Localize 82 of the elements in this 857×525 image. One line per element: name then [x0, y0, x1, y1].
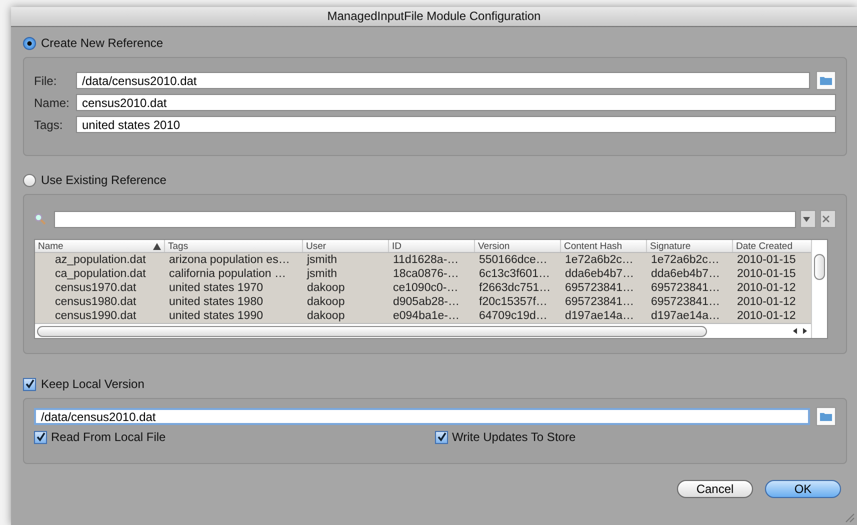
table-cell-text: 2010-01-15 [736, 253, 797, 267]
table-cell-text: 695723841… [564, 281, 636, 295]
folder-icon [820, 412, 832, 421]
table-cell-text: 1e72a6b2c… [650, 253, 720, 267]
radio-label: Create New Reference [41, 36, 164, 50]
ok-button[interactable]: OK [765, 480, 841, 498]
scroll-arrows-icon[interactable] [793, 328, 808, 334]
column-header[interactable]: Content Hash [561, 240, 647, 252]
table-cell-text: dda6eb4b7… [650, 267, 722, 281]
table-cell-text: census1980.dat [54, 295, 138, 309]
table-cell-text: 11d1628a-… [392, 253, 460, 267]
search-field[interactable] [54, 210, 796, 228]
table-cell-text: dakoop [306, 281, 346, 295]
table-cell-text: arizona population es… [168, 253, 291, 267]
table-cell-text: dda6eb4b7… [564, 267, 636, 281]
table-cell-text: census1990.dat [54, 309, 138, 323]
checkbox-label: Write Updates To Store [452, 430, 576, 444]
field-label: Name: [34, 96, 70, 110]
checkbox-label: Keep Local Version [41, 377, 144, 391]
table-cell-text: 18ca0876-… [392, 267, 460, 281]
table-cell-text: 695723841… [564, 295, 636, 309]
table-cell-text: united states 1990 [168, 309, 264, 323]
table-cell-text: f2663dc751… [478, 281, 552, 295]
browse-button[interactable] [816, 407, 836, 426]
input-field[interactable]: /data/census2010.dat [34, 408, 810, 425]
table-cell-text: census1970.dat [54, 281, 138, 295]
field-label: Tags: [34, 118, 64, 132]
window-title: ManagedInputFile Module Configuration [11, 7, 857, 27]
table-cell-text: 695723841… [650, 281, 722, 295]
table-cell-text: ca_population.dat [54, 267, 147, 281]
table-cell-text: dakoop [306, 295, 346, 309]
cancel-button[interactable]: Cancel [677, 480, 753, 498]
table-cell-text: 2010-01-15 [736, 267, 797, 281]
table-cell-text: united states 1970 [168, 281, 264, 295]
browse-button[interactable] [816, 71, 836, 90]
checkbox[interactable] [34, 430, 47, 444]
radio-label: Use Existing Reference [41, 173, 166, 187]
table-cell-text: 64709c19d… [478, 309, 548, 323]
column-header[interactable]: ID [389, 240, 475, 252]
checkbox[interactable] [23, 378, 36, 390]
sort-arrow-icon [153, 242, 161, 250]
table-cell-text: 2010-01-12 [736, 295, 797, 309]
table-cell-text: jsmith [306, 267, 338, 281]
table-cell-text: 2010-01-12 [736, 281, 797, 295]
table-cell-text: d197ae14a… [650, 309, 722, 323]
table-cell-text: az_population.dat [54, 253, 147, 267]
table-cell-text: 2010-01-12 [736, 309, 797, 323]
table-cell-text: d905ab28-… [392, 295, 460, 309]
resize-grip-icon [845, 513, 855, 523]
table-cell-text: jsmith [306, 253, 338, 267]
caret-icon [802, 216, 810, 222]
dropdown-button[interactable] [800, 210, 816, 228]
table-cell-text: ce1090c0-… [392, 281, 460, 295]
table-cell-text: california population … [168, 267, 287, 281]
column-header[interactable]: Signature [647, 240, 733, 252]
checkbox[interactable] [435, 430, 448, 444]
table-cell-text: d197ae14a… [564, 309, 636, 323]
table-cell-text: 6c13c3f601… [478, 267, 551, 281]
column-header[interactable]: User [303, 240, 389, 252]
search-icon [34, 213, 46, 225]
table-cell-text: f20c15357f… [478, 295, 548, 309]
clear-button[interactable] [820, 210, 836, 228]
field-label: File: [34, 74, 58, 88]
table-cell-text: 1e72a6b2c… [564, 253, 634, 267]
horizontal-scrollbar[interactable] [35, 323, 812, 338]
input-field[interactable]: census2010.dat [76, 94, 836, 111]
vertical-scrollbar[interactable] [811, 240, 827, 338]
checkbox-label: Read From Local File [51, 430, 166, 444]
column-header[interactable]: Name [35, 240, 165, 252]
table-cell-text: e094ba1e-… [392, 309, 460, 323]
input-field[interactable]: /data/census2010.dat [76, 72, 810, 89]
radio-button[interactable] [23, 36, 36, 50]
folder-icon [820, 76, 832, 85]
input-field[interactable]: united states 2010 [76, 116, 836, 133]
table-cell-text: 695723841… [650, 295, 722, 309]
table-cell-text: united states 1980 [168, 295, 264, 309]
column-header[interactable]: Version [475, 240, 561, 252]
column-header[interactable]: Tags [165, 240, 303, 252]
close-icon [822, 215, 830, 223]
table-cell-text: 550166dce… [478, 253, 548, 267]
radio-button[interactable] [23, 174, 36, 186]
table-cell-text: dakoop [306, 309, 346, 323]
